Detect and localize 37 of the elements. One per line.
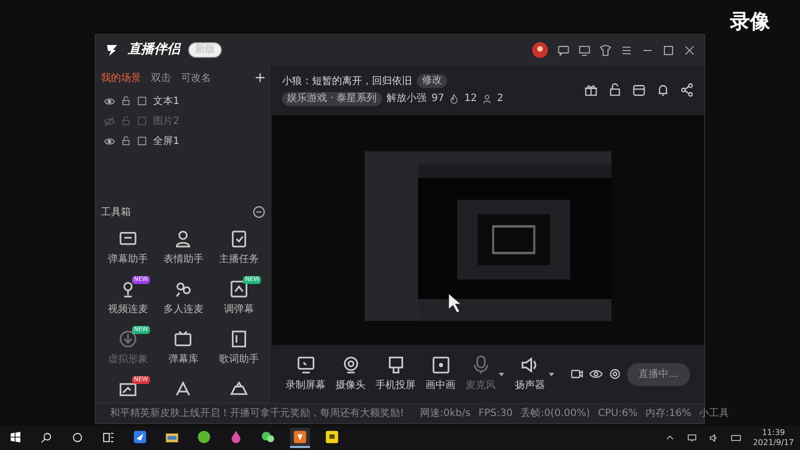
notice-text: 和平精英新皮肤上线开启！开播可拿千元奖励，每周还有大额奖励!	[110, 406, 404, 421]
tool-button[interactable]: 表情助手	[156, 225, 212, 271]
source-button[interactable]: 手机投屏	[376, 355, 416, 393]
category-button[interactable]: 娱乐游戏 · 泰星系列	[282, 92, 382, 106]
scene-tab[interactable]: 可改名	[181, 70, 211, 86]
source-button[interactable]: 画中画	[426, 355, 456, 393]
app-name: 直播伴侣	[128, 41, 180, 60]
tool-button[interactable]: 主播任务	[211, 225, 267, 271]
stream-title: 小狼：短暂的离开，回归依旧	[282, 74, 412, 89]
add-scene-button[interactable]: +	[254, 68, 266, 88]
scene-tab[interactable]: 双击	[151, 70, 171, 86]
status-stat: 丢帧:0(0.00%)	[520, 406, 590, 421]
tool-button[interactable]: 歌词助手	[211, 325, 267, 371]
room-number: 97	[432, 92, 444, 106]
toolbox-title: 工具箱	[101, 206, 131, 220]
status-stat: CPU:6%	[598, 407, 638, 421]
status-stat: 内存:16%	[646, 406, 692, 421]
edit-button[interactable]: 修改	[417, 74, 447, 88]
scene-tab[interactable]: 我的场景	[101, 70, 141, 86]
status-stat: FPS:30	[478, 407, 513, 421]
tool-button[interactable]: 弹幕库	[156, 325, 212, 371]
tool-button[interactable]: 弹幕助手	[100, 225, 156, 271]
viewer-count: 2	[497, 92, 504, 106]
source-button[interactable]: 摄像头	[336, 355, 366, 393]
tools-link[interactable]: 小工具	[699, 406, 730, 421]
overlay-label: 录像	[730, 8, 770, 35]
source-button[interactable]: 扬声器	[515, 355, 546, 393]
clock-date[interactable]: 2021/9/17	[752, 438, 794, 448]
clock-time[interactable]: 11:39	[762, 428, 786, 438]
room-name: 解放小强	[386, 92, 427, 106]
source-item[interactable]: 文本1	[153, 94, 180, 108]
hot-count: 12	[464, 92, 478, 106]
live-button[interactable]: 直播中...	[626, 362, 690, 386]
source-button[interactable]: 录制屏幕	[286, 355, 326, 393]
status-stat: 网速:0kb/s	[420, 406, 470, 421]
tool-button[interactable]: 多人连麦	[156, 275, 212, 321]
source-item[interactable]: 全屏1	[153, 134, 180, 148]
